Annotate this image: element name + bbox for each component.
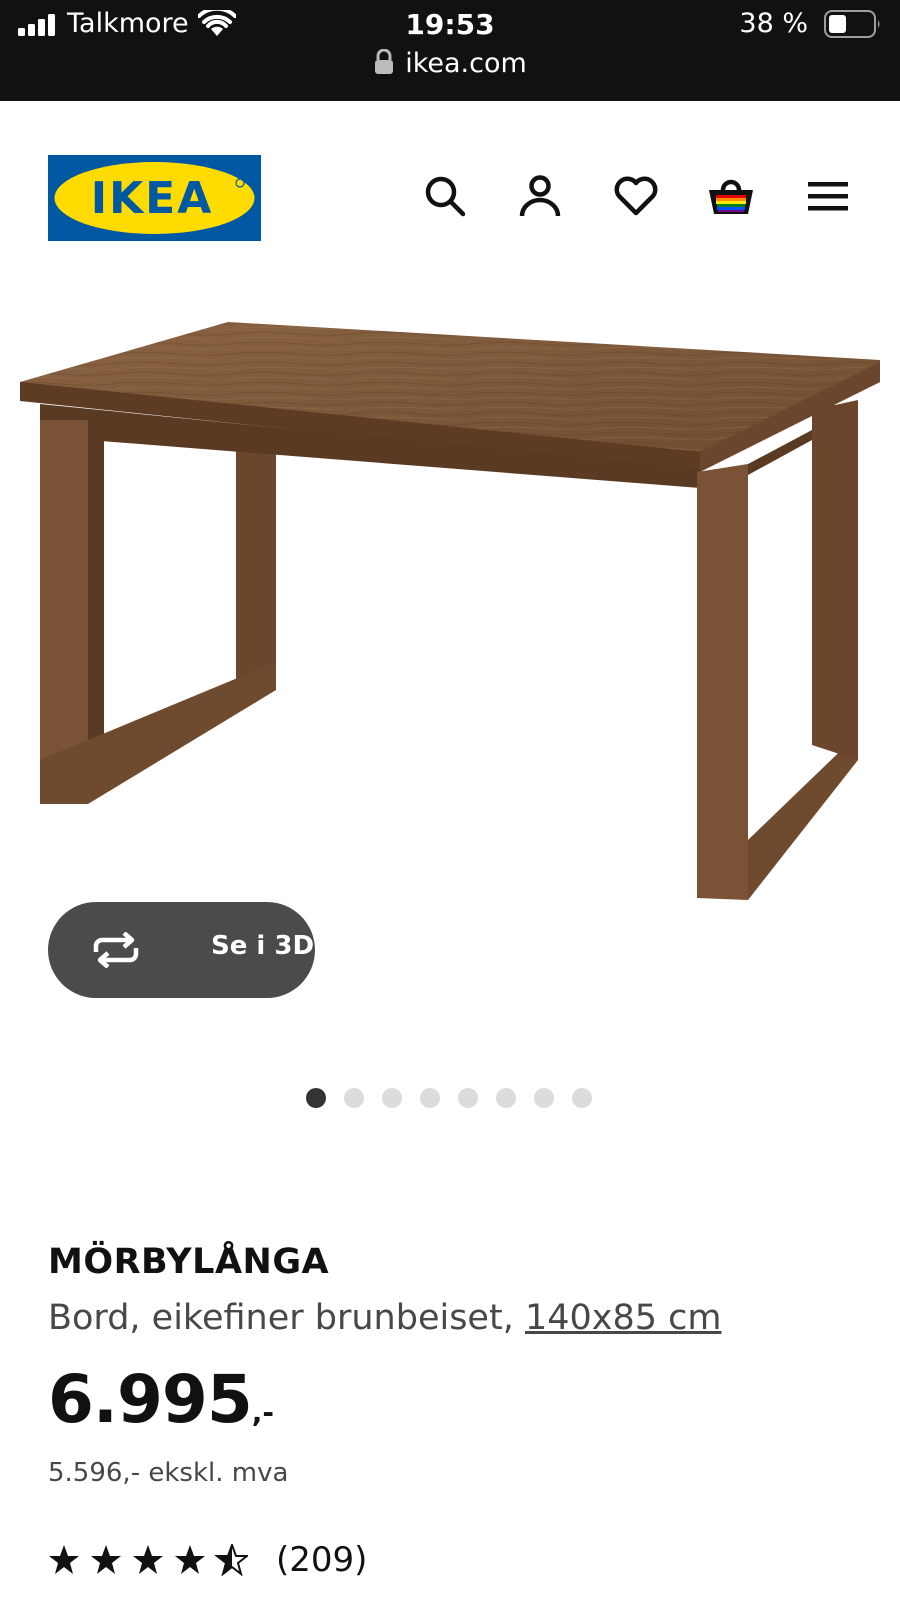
logo-text: IKEA [91, 173, 214, 224]
account-icon[interactable] [516, 172, 564, 220]
product-name: MÖRBYLÅNGA [48, 1242, 330, 1282]
address-bar[interactable]: ikea.com [0, 48, 900, 79]
product-price: 6.995,- [48, 1361, 274, 1438]
rating-count: (209) [276, 1540, 368, 1580]
battery-percent: 38 % [739, 8, 808, 39]
product-type: Bord, eikefiner brunbeiset, [48, 1298, 525, 1338]
gallery-dot[interactable] [420, 1088, 440, 1108]
view-3d-label: Se i 3D [211, 931, 315, 961]
ikea-logo[interactable]: IKEA [48, 155, 261, 241]
view-3d-button[interactable]: Se i 3D [48, 902, 315, 998]
price-suffix: ,- [251, 1396, 275, 1429]
menu-icon[interactable] [804, 172, 852, 220]
star-icon [133, 1545, 163, 1574]
heart-icon[interactable] [612, 172, 660, 220]
size-link[interactable]: 140x85 cm [525, 1298, 722, 1338]
gallery-dot[interactable] [534, 1088, 554, 1108]
lock-icon [375, 49, 394, 74]
star-icon [175, 1545, 205, 1574]
half-star-icon [216, 1544, 248, 1575]
star-icon [91, 1545, 121, 1574]
gallery-dot[interactable] [496, 1088, 516, 1108]
product-description: Bord, eikefiner brunbeiset, 140x85 cm [48, 1298, 721, 1338]
status-bar: Talkmore 19:53 38 % ikea.com [0, 0, 900, 101]
rotate-3d-icon [93, 932, 139, 968]
gallery-dot[interactable] [306, 1088, 326, 1108]
price-ex-vat: 5.596,- ekskl. mva [48, 1458, 289, 1488]
url-text: ikea.com [405, 48, 527, 79]
battery-icon [824, 10, 880, 38]
rating-stars [49, 1544, 248, 1575]
star-icon [49, 1545, 79, 1574]
gallery-dot[interactable] [458, 1088, 478, 1108]
gallery-dot[interactable] [344, 1088, 364, 1108]
gallery-dot[interactable] [382, 1088, 402, 1108]
basket-icon[interactable] [707, 172, 755, 220]
price-main: 6.995 [48, 1361, 253, 1438]
gallery-dot[interactable] [572, 1088, 592, 1108]
search-icon[interactable] [421, 172, 469, 220]
product-image[interactable] [0, 300, 900, 920]
